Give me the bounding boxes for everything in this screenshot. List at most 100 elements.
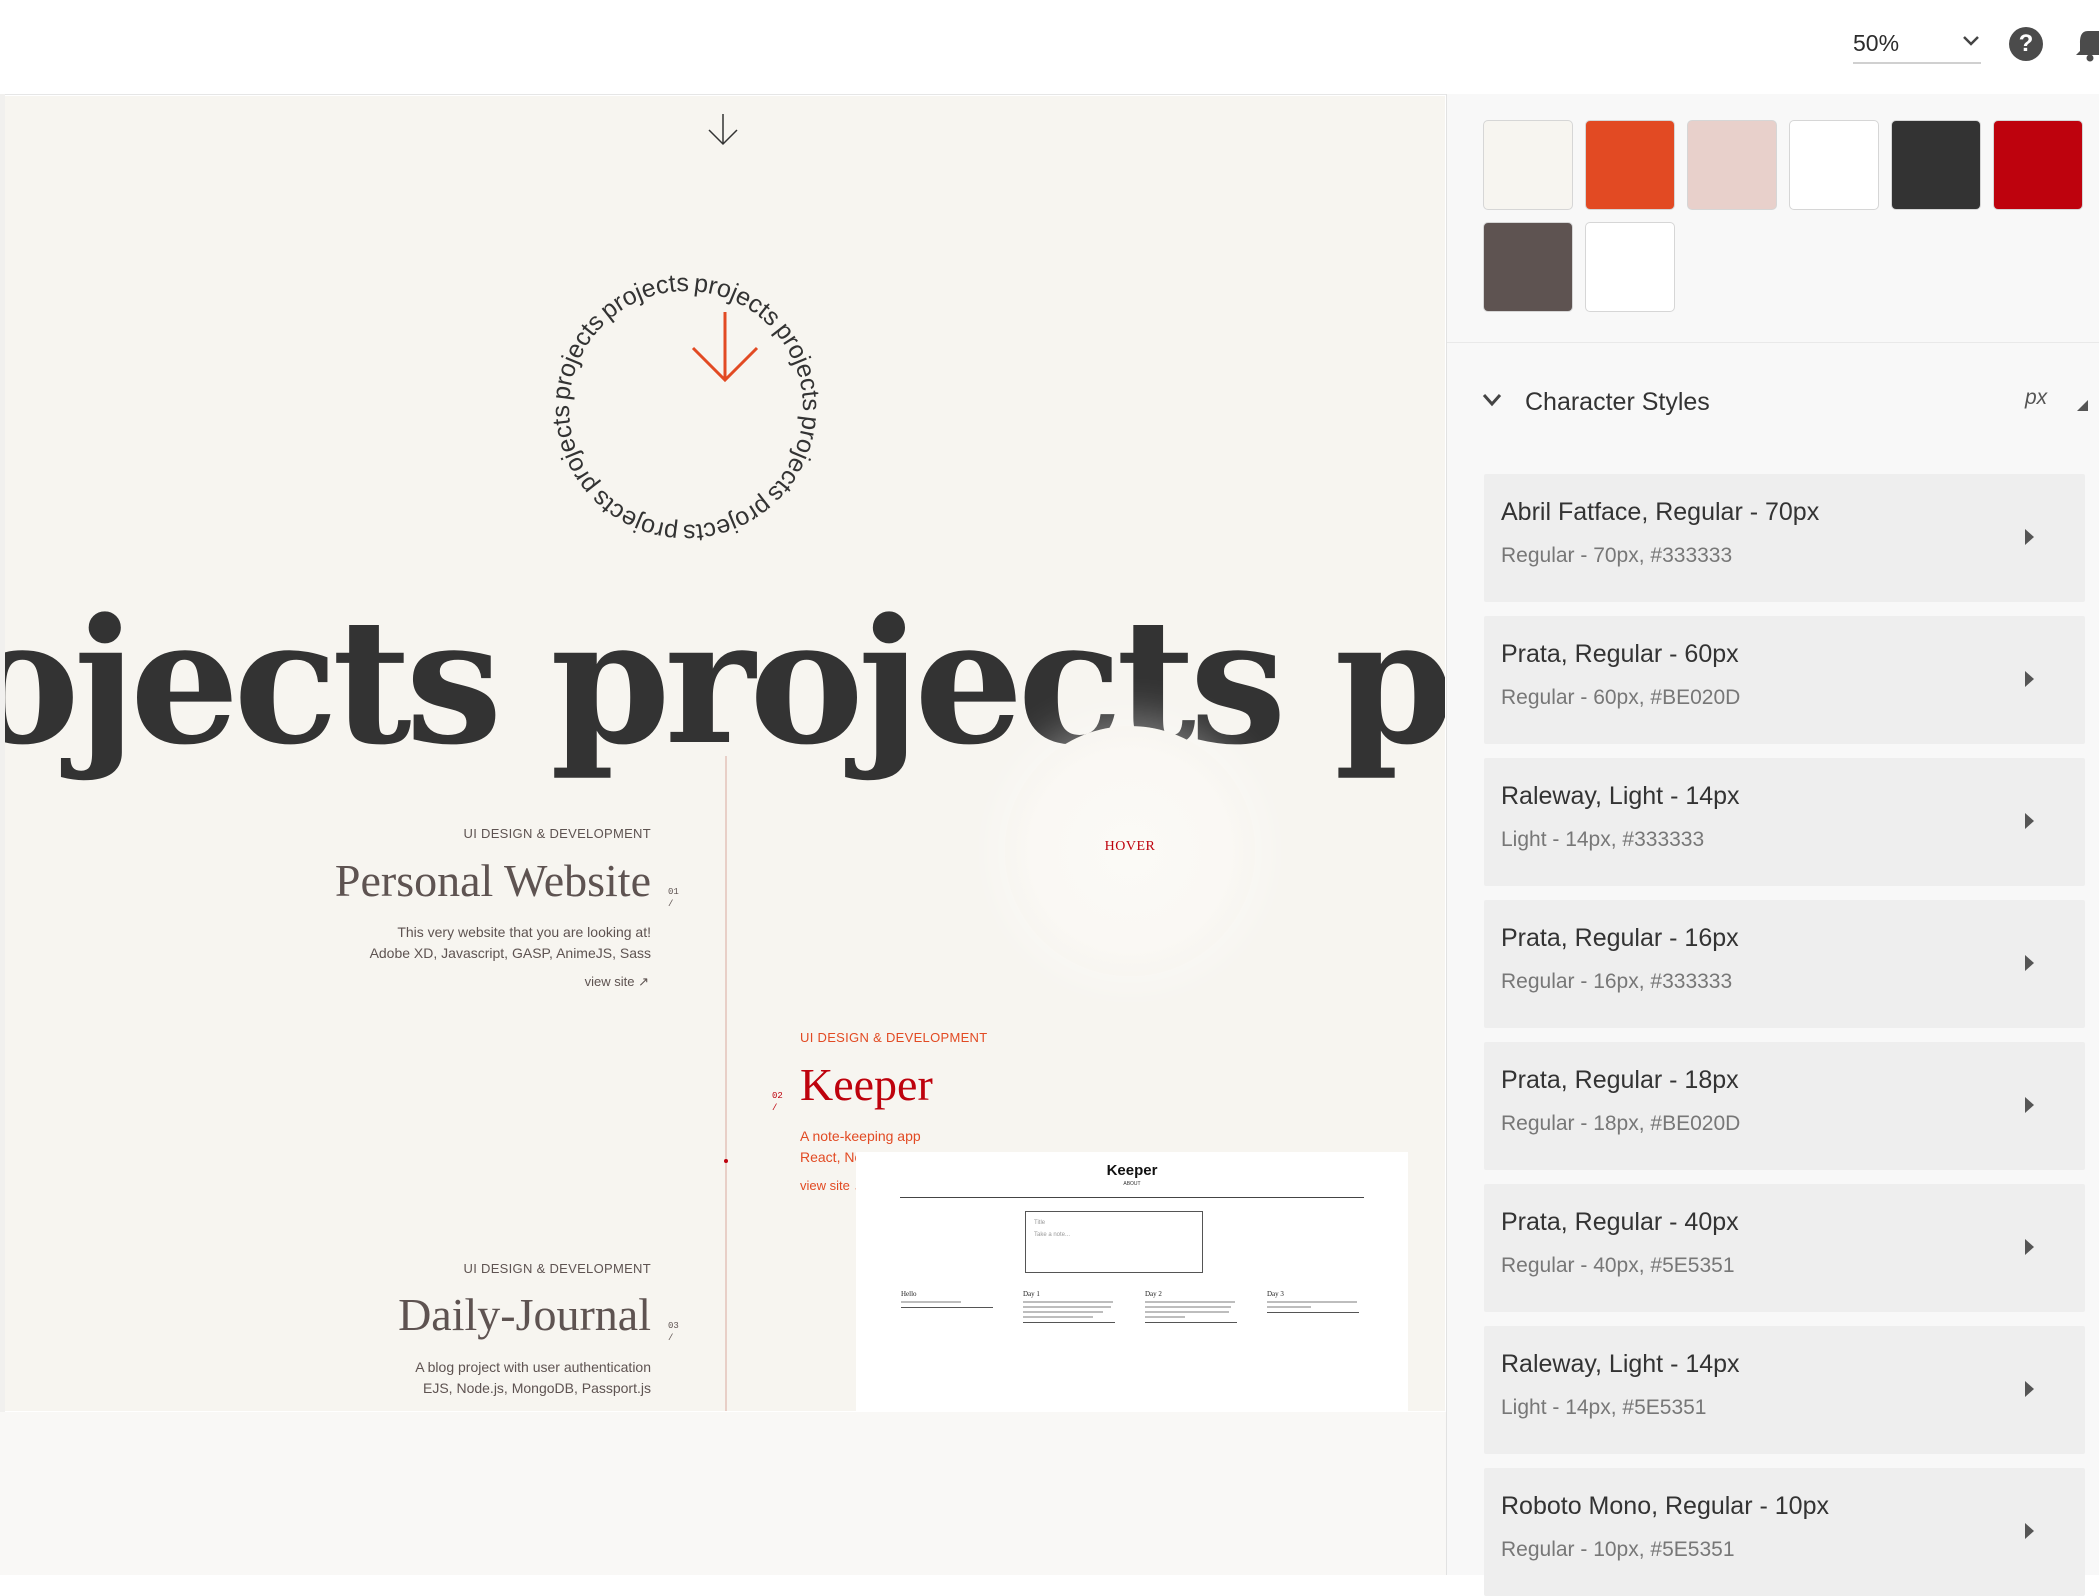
ring-word: projects [762,415,825,509]
color-swatch[interactable] [1585,120,1675,210]
project-desc-line: A note-keeping app [800,1128,921,1144]
document-assets-panel: Character Styles px Abril Fatface, Regul… [1446,94,2099,1596]
artboard[interactable]: projects projects projects projects proj… [5,96,1445,1411]
style-detail: Regular - 40px, #5E5351 [1501,1254,1735,1277]
project-description: This very website that you are looking a… [255,922,651,964]
scroll-down-arrow-icon[interactable] [689,310,761,388]
character-styles-header[interactable]: Character Styles px [1447,382,2099,426]
hover-cursor-circle: HOVER [1005,726,1255,976]
style-name: Raleway, Light - 14px [1501,782,1740,810]
ring-word: projects [586,484,680,547]
top-toolbar: 50% ? [0,0,2099,95]
triangle-right-icon[interactable] [2025,529,2034,545]
style-name: Raleway, Light - 14px [1501,1350,1740,1378]
project-description: A blog project with user authentication … [255,1357,651,1399]
down-arrow-icon [708,114,738,146]
style-name: Roboto Mono, Regular - 10px [1501,1492,1829,1520]
preview-input-body: Take a note... [1034,1232,1071,1238]
project-number: 01/ [668,887,679,909]
project-title[interactable]: Keeper [800,1062,933,1108]
preview-note-input: Title Take a note... [1025,1211,1203,1273]
project-title[interactable]: Daily-Journal [205,1292,651,1338]
project-category: UI DESIGN & DEVELOPMENT [463,1261,651,1276]
preview-title: Keeper [1106,1162,1158,1179]
zoom-value: 50% [1853,30,1900,56]
style-detail: Light - 14px, #5E5351 [1501,1396,1707,1419]
project-title[interactable]: Personal Website [205,858,651,904]
style-detail: Regular - 70px, #333333 [1501,544,1733,567]
character-style-item[interactable]: Raleway, Light - 14px Light - 14px, #5E5… [1484,1326,2085,1454]
character-style-item[interactable]: Prata, Regular - 40px Regular - 40px, #5… [1484,1184,2085,1312]
ring-word: projects [683,491,777,547]
project-desc-line: Adobe XD, Javascript, GASP, AnimeJS, Sas… [369,945,651,961]
style-detail: Regular - 18px, #BE020D [1501,1112,1741,1135]
color-swatch[interactable] [1687,120,1777,210]
chevron-down-icon[interactable] [1481,392,1503,408]
triangle-right-icon[interactable] [2025,1239,2034,1255]
character-style-item[interactable]: Prata, Regular - 60px Regular - 60px, #B… [1484,616,2085,744]
color-swatch[interactable] [1585,222,1675,312]
project-number: 03/ [668,1321,679,1343]
view-site-link[interactable]: view site ↗ [505,974,649,990]
preview-subtitle: ABOUT [1123,1181,1141,1187]
preview-input-title: Title [1034,1220,1046,1226]
style-name: Prata, Regular - 60px [1501,640,1739,668]
hover-label: HOVER [1104,839,1156,854]
preview-note-card: Hello [901,1290,993,1308]
character-style-item[interactable]: Abril Fatface, Regular - 70px Regular - … [1484,474,2085,602]
project-number: 02/ [772,1091,783,1113]
style-name: Prata, Regular - 40px [1501,1208,1739,1236]
triangle-right-icon[interactable] [2025,1097,2034,1113]
style-detail: Regular - 10px, #5E5351 [1501,1538,1735,1561]
view-site-link[interactable]: view site ↗ [800,1178,864,1194]
character-style-item[interactable]: Roboto Mono, Regular - 10px Regular - 10… [1484,1468,2085,1596]
preview-card-title: Day 3 [1267,1290,1284,1298]
style-detail: Light - 14px, #333333 [1501,828,1705,851]
unit-label[interactable]: px [2025,386,2047,410]
preview-card-title: Day 2 [1145,1290,1162,1298]
triangle-right-icon[interactable] [2025,813,2034,829]
chevron-down-icon [1963,36,1979,46]
bell-icon[interactable] [2076,27,2099,63]
ring-word: projects [595,269,689,325]
color-swatch[interactable] [1789,120,1879,210]
color-swatch[interactable] [1891,120,1981,210]
character-style-item[interactable]: Prata, Regular - 18px Regular - 18px, #B… [1484,1042,2085,1170]
character-style-item[interactable]: Prata, Regular - 16px Regular - 16px, #3… [1484,900,2085,1028]
panel-divider [1447,342,2099,343]
zoom-select[interactable]: 50% [1853,26,1981,64]
project-desc-line: A blog project with user authentication [415,1359,651,1375]
style-name: Prata, Regular - 18px [1501,1066,1739,1094]
triangle-right-icon[interactable] [2025,671,2034,687]
preview-card-title: Hello [901,1290,917,1298]
preview-card-title: Day 1 [1023,1290,1040,1298]
ring-word: projects [769,317,825,411]
resize-corner-icon [2077,400,2088,411]
projects-marquee: ojects projects project [5,580,1445,783]
ring-word: projects [547,308,610,402]
ring-word: projects [547,405,603,499]
character-styles-title: Character Styles [1525,388,1710,416]
pasteboard[interactable] [0,1412,1446,1575]
style-detail: Regular - 16px, #333333 [1501,970,1733,993]
color-swatch[interactable] [1483,222,1573,312]
style-name: Abril Fatface, Regular - 70px [1501,498,1820,526]
project-category: UI DESIGN & DEVELOPMENT [463,826,651,841]
preview-divider [900,1197,1364,1198]
project-category: UI DESIGN & DEVELOPMENT [800,1030,988,1045]
triangle-right-icon[interactable] [2025,1381,2034,1397]
color-swatch[interactable] [1993,120,2083,210]
help-icon[interactable]: ? [2009,27,2043,61]
triangle-right-icon[interactable] [2025,955,2034,971]
character-style-item[interactable]: Raleway, Light - 14px Light - 14px, #333… [1484,758,2085,886]
projects-ring: projects projects projects projects proj… [547,269,825,547]
triangle-right-icon[interactable] [2025,1523,2034,1539]
preview-note-card: Day 2 [1145,1290,1237,1323]
style-detail: Regular - 60px, #BE020D [1501,686,1741,709]
color-swatch[interactable] [1483,120,1573,210]
timeline-dot [724,1159,728,1163]
preview-note-card: Day 1 [1023,1290,1115,1323]
keeper-preview-image[interactable]: Keeper ABOUT Title Take a note... Hello … [856,1152,1408,1411]
style-name: Prata, Regular - 16px [1501,924,1739,952]
project-desc-line: This very website that you are looking a… [397,924,651,940]
